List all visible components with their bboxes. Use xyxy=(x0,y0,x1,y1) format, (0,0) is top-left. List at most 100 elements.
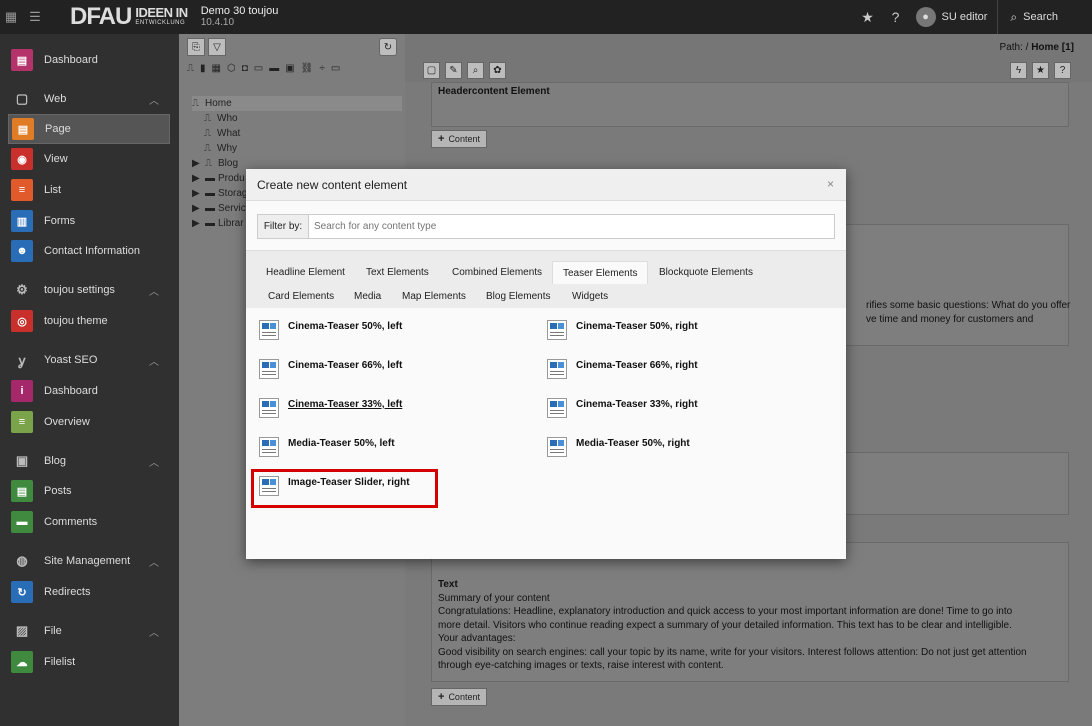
expand-icon[interactable]: ▶ xyxy=(192,188,202,199)
user-menu[interactable]: ● SU editor xyxy=(915,7,987,27)
menu-type-icon[interactable]: ▭ xyxy=(331,63,340,74)
tab-widgets[interactable]: Widgets xyxy=(562,285,618,308)
ce-label: Cinema-Teaser 66%, right xyxy=(576,360,698,371)
filter-icon[interactable]: ▽ xyxy=(208,38,226,56)
expand-icon[interactable]: ▶ xyxy=(192,203,202,214)
search-icon: ⌕ xyxy=(1010,9,1018,24)
sidebar-item-posts[interactable]: ▤ Posts xyxy=(0,476,179,506)
clear-cache-icon[interactable]: ✿ xyxy=(489,62,506,79)
tree-item-label: Produ xyxy=(218,173,245,184)
toolbar-search[interactable]: ⌕ Search xyxy=(997,0,1092,34)
tab-headline-element[interactable]: Headline Element xyxy=(256,261,355,284)
sidebar-toggle-icon[interactable]: ☰ xyxy=(24,0,46,34)
ce-cinema-teaser-66-right[interactable]: Cinema-Teaser 66%, right xyxy=(547,359,817,389)
search-icon[interactable]: ⌕ xyxy=(467,62,484,79)
sidebar-group-site-management[interactable]: ◍ Site Management ︿ xyxy=(0,546,179,576)
sidebar-item-toujou-theme[interactable]: ◎ toujou theme xyxy=(0,306,179,336)
tab-blog-elements[interactable]: Blog Elements xyxy=(476,285,560,308)
refresh-icon[interactable]: ↻ xyxy=(379,38,397,56)
grid-type-icon[interactable]: ▦ xyxy=(212,63,221,74)
apps-grid-icon[interactable]: ▦ xyxy=(0,0,22,34)
sidebar-item-filelist[interactable]: ☁ Filelist xyxy=(0,647,179,677)
ce-cinema-teaser-50-right[interactable]: Cinema-Teaser 50%, right xyxy=(547,320,817,350)
sidebar-item-contact-information[interactable]: ☻ Contact Information xyxy=(0,236,179,266)
teaser-icon xyxy=(259,359,279,379)
sidebar-item-label: Posts xyxy=(44,485,72,497)
element-title: Headercontent Element xyxy=(438,86,550,97)
doc-header: Path: / Home [1] ▢ ✎ ⌕ ✿ ϟ ★ ? xyxy=(405,34,1092,82)
cube-type-icon[interactable]: ⬡ xyxy=(227,63,236,74)
close-icon[interactable]: × xyxy=(827,177,834,191)
ce-cinema-teaser-50-left[interactable]: Cinema-Teaser 50%, left xyxy=(259,320,529,350)
tab-combined-elements[interactable]: Combined Elements xyxy=(442,261,552,284)
tree-item-home[interactable]: ⎍ Home xyxy=(192,96,402,111)
tab-blockquote-elements[interactable]: Blockquote Elements xyxy=(649,261,763,284)
bookmark-star-icon[interactable]: ★ xyxy=(854,9,882,26)
sidebar-item-view[interactable]: ◉ View xyxy=(0,144,179,174)
sidebar-item-redirects[interactable]: ↻ Redirects xyxy=(0,577,179,607)
tab-teaser-elements[interactable]: Teaser Elements xyxy=(552,261,649,284)
link-type-icon[interactable]: ⛓ xyxy=(301,63,314,74)
divider-type-icon[interactable]: ÷ xyxy=(319,63,325,74)
ce-media-teaser-50-right[interactable]: Media-Teaser 50%, right xyxy=(547,437,817,467)
ce-cinema-teaser-66-left[interactable]: Cinema-Teaser 66%, left xyxy=(259,359,529,389)
site-name: Demo 30 toujou xyxy=(200,5,279,17)
text-line: Congratulations: Headline, explanatory i… xyxy=(438,606,1013,617)
expand-icon[interactable]: ▶ xyxy=(192,158,202,169)
sidebar-item-yoast-dashboard[interactable]: i Dashboard xyxy=(0,376,179,406)
teaser-icon xyxy=(547,359,567,379)
logo[interactable]: DFAU IDEEN IN ENTWICKLUNG xyxy=(70,0,188,34)
tree-item-why[interactable]: ⎍ Why xyxy=(192,141,405,156)
sidebar-group-toujou-settings[interactable]: ⚙ toujou settings ︿ xyxy=(0,275,179,305)
tab-media[interactable]: Media xyxy=(344,285,391,308)
sidebar-group-yoast-seo[interactable]: ỿ Yoast SEO ︿ xyxy=(0,345,179,375)
tree-item-label: Storag xyxy=(218,188,248,199)
sidebar-item-dashboard[interactable]: ▤ Dashboard xyxy=(0,45,179,75)
element-text: rifies some basic questions: What do you… xyxy=(866,300,1071,311)
tree-item-label: Home xyxy=(205,98,232,109)
ce-label: Cinema-Teaser 50%, left xyxy=(288,321,403,332)
help-icon[interactable]: ? xyxy=(882,9,910,25)
expand-icon[interactable]: ▶ xyxy=(192,173,202,184)
add-content-button[interactable]: + Content xyxy=(431,688,487,706)
box-type-icon[interactable]: ◘ xyxy=(242,63,248,74)
edit-icon[interactable]: ✎ xyxy=(445,62,462,79)
sidebar-item-label: Redirects xyxy=(44,586,91,598)
tab-card-elements[interactable]: Card Elements xyxy=(258,285,344,308)
sidebar-group-web[interactable]: ▢ Web ︿ xyxy=(0,84,179,114)
ce-cinema-teaser-33-right[interactable]: Cinema-Teaser 33%, right xyxy=(547,398,817,428)
expand-icon[interactable]: ▶ xyxy=(192,218,202,229)
chevron-up-icon: ︿ xyxy=(149,356,159,368)
bookmark-icon[interactable]: ★ xyxy=(1032,62,1049,79)
sidebar-item-label: List xyxy=(44,184,62,196)
filter-input[interactable] xyxy=(308,214,835,239)
tree-item-who[interactable]: ⎍ Who xyxy=(192,111,405,126)
sidebar-item-forms[interactable]: ▥ Forms xyxy=(0,206,179,236)
ce-media-teaser-50-left[interactable]: Media-Teaser 50%, left xyxy=(259,437,529,467)
doc-type-icon[interactable]: ▮ xyxy=(200,63,206,74)
folder-type-icon[interactable]: ▬ xyxy=(269,63,279,74)
sidebar-item-overview[interactable]: ≡ Overview xyxy=(0,407,179,437)
add-content-button[interactable]: + Content xyxy=(431,130,487,148)
content-element-header[interactable]: Headercontent Element xyxy=(431,82,1069,127)
sidebar-item-page[interactable]: ▤ Page xyxy=(8,114,170,144)
card-type-icon[interactable]: ▭ xyxy=(254,63,263,74)
edit-page-properties-icon[interactable]: ▢ xyxy=(423,62,440,79)
path-page[interactable]: Home [1] xyxy=(1031,42,1074,53)
tab-map-elements[interactable]: Map Elements xyxy=(392,285,476,308)
sidebar-item-list[interactable]: ≡ List xyxy=(0,175,179,205)
logo-side: IDEEN IN ENTWICKLUNG xyxy=(135,6,188,28)
tab-text-elements[interactable]: Text Elements xyxy=(356,261,439,284)
text-line: Good visibility on search engines: call … xyxy=(438,646,1027,658)
flash-icon[interactable]: ϟ xyxy=(1010,62,1027,79)
tree-item-what[interactable]: ⎍ What xyxy=(192,126,405,141)
sidebar-group-file[interactable]: ▨ File ︿ xyxy=(0,616,179,646)
tree-toolbar: ⎘ ▽ ↻ xyxy=(179,34,405,60)
page-type-icon[interactable]: ⎍ xyxy=(187,63,194,74)
ce-cinema-teaser-33-left[interactable]: Cinema-Teaser 33%, left xyxy=(259,398,529,428)
sidebar-item-comments[interactable]: ▬ Comments xyxy=(0,507,179,537)
sysfolder-type-icon[interactable]: ▣ xyxy=(285,63,294,74)
help-icon[interactable]: ? xyxy=(1054,62,1071,79)
new-page-icon[interactable]: ⎘ xyxy=(187,38,205,56)
sidebar-group-blog[interactable]: ▣ Blog ︿ xyxy=(0,446,179,476)
